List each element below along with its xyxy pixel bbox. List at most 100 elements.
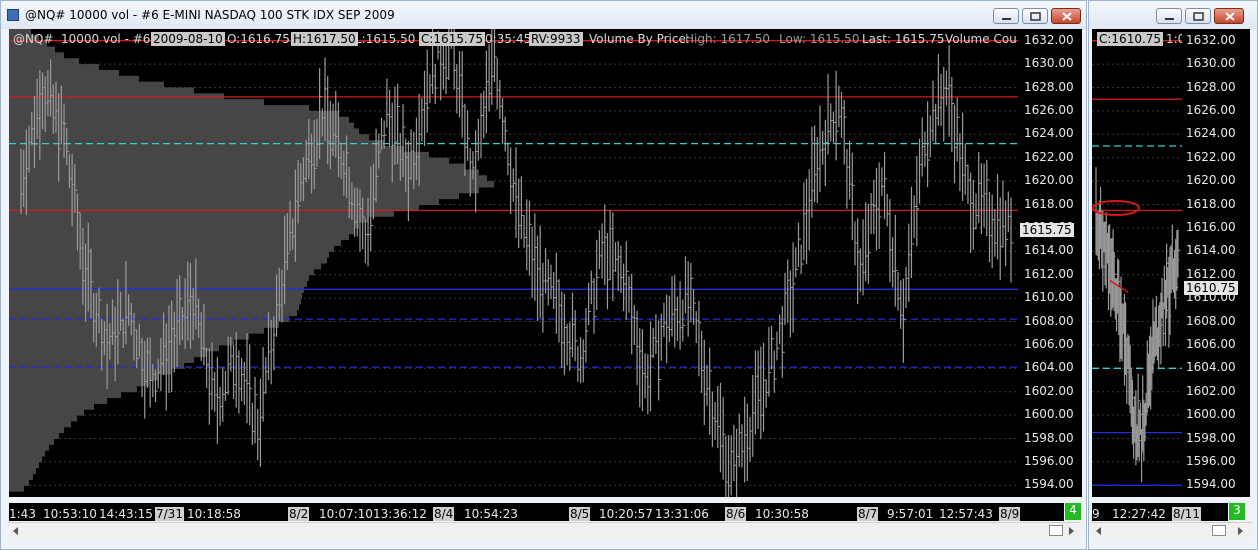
volume-profile-bar (9, 233, 349, 241)
side-scroll-thumb[interactable] (1212, 525, 1226, 536)
main-count-badge: 4 (1065, 503, 1081, 520)
main-chart-window: @NQ# 10000 vol - #6 E-MINI NASDAQ 100 ST… (0, 0, 1087, 550)
info-field: RV:9933 (529, 32, 583, 46)
maximize-icon[interactable] (1022, 8, 1048, 24)
volume-profile-bar (9, 339, 234, 346)
volume-profile-bar (9, 274, 309, 282)
volume-profile-bar (9, 268, 314, 276)
volume-profile-bar (9, 122, 354, 129)
scroll-right-icon[interactable] (1238, 527, 1243, 535)
main-horizontal-scrollbar[interactable] (9, 522, 1081, 538)
main-last-price-box: 1615.75 (1020, 222, 1074, 237)
side-time-axis[interactable]: 9 12:27:42 8/11 (1092, 503, 1228, 521)
volume-profile-bar (9, 239, 341, 246)
scroll-left-icon[interactable] (13, 527, 18, 535)
side-chart-window: C:1610.751:02 1632.00 1630.00 1628.00 1626.… (1088, 0, 1258, 550)
main-price-axis[interactable]: 1632.00 1630.00 1628.00 1626.00 1624.00 1622.… (1018, 29, 1082, 497)
side-price-axis[interactable]: 1632.00 1630.00 1628.00 1626.00 1624.00 1622.… (1182, 29, 1250, 497)
time-axis-label: 9 (1092, 507, 1100, 521)
time-axis-label: 13:31:06 (655, 507, 709, 521)
volume-profile-bar (9, 368, 171, 375)
volume-profile-bar (9, 75, 139, 83)
price-axis-label: 1594.00 (1186, 477, 1236, 492)
price-axis-label: 1626.00 (1186, 102, 1236, 117)
info-field: Volume By Price: (589, 32, 690, 46)
volume-profile-bar (9, 391, 121, 399)
time-axis-label: 10:53:10 (43, 507, 97, 521)
time-axis-label: 10:30:58 (755, 507, 809, 521)
time-axis-label: 8/6 (725, 507, 747, 521)
main-price-chart (9, 29, 1018, 497)
time-axis-label: 1:43 (9, 507, 36, 521)
scroll-left-icon[interactable] (1096, 527, 1101, 535)
minimize-icon[interactable] (1156, 8, 1182, 24)
time-axis-label: 12:27:42 (1112, 507, 1166, 521)
time-axis-label: 10:20:57 (599, 507, 653, 521)
price-axis-label: 1612.00 (1024, 266, 1074, 281)
volume-profile-bar (9, 485, 24, 492)
close-icon[interactable] (1051, 8, 1081, 24)
price-axis-label: 1602.00 (1186, 383, 1236, 398)
info-field: H:1617.50 (291, 32, 358, 46)
price-axis-label: 1614.00 (1024, 243, 1074, 258)
volume-profile-bar (9, 192, 459, 200)
volume-profile-bar (9, 461, 39, 469)
info-field: Volume Cou (945, 32, 1017, 46)
price-axis-label: 1624.00 (1024, 126, 1074, 141)
maximize-icon[interactable] (1185, 8, 1211, 24)
main-info-bar: @NQ# 10000 vol - #6 2009-08-10 O:1616.75 H:1… (9, 29, 1018, 49)
volume-profile-bar (9, 157, 449, 165)
price-axis-label: 1598.00 (1024, 430, 1074, 445)
time-axis-label: 10:18:58 (187, 507, 241, 521)
price-axis-label: 1628.00 (1024, 79, 1074, 94)
time-axis-label: 13:36:12 (373, 507, 427, 521)
price-axis-label: 1610.00 (1024, 290, 1074, 305)
minimize-icon[interactable] (993, 8, 1019, 24)
volume-profile-bar (9, 321, 279, 328)
volume-profile-bar (9, 251, 329, 258)
price-axis-label: 1600.00 (1186, 407, 1236, 422)
main-time-axis[interactable]: 1:43 10:53:10 14:43:15 7/31 10:18:58 8/2 10:07… (9, 503, 1064, 521)
main-scroll-thumb[interactable] (1049, 525, 1063, 536)
time-axis-label: 14:43:15 (99, 507, 153, 521)
volume-profile-bar (9, 298, 301, 305)
volume-profile-bar (9, 116, 349, 124)
side-horizontal-scrollbar[interactable] (1092, 522, 1252, 538)
volume-profile-bar (9, 380, 149, 387)
price-axis-label: 1600.00 (1024, 407, 1074, 422)
price-axis-label: 1604.00 (1186, 360, 1236, 375)
volume-profile-bar (9, 263, 321, 270)
time-axis-label: 8/9 (999, 507, 1021, 521)
side-titlebar[interactable] (1089, 1, 1257, 29)
info-field: L:1615.50 (355, 32, 416, 46)
volume-profile-bar (9, 420, 71, 428)
volume-profile-bar (9, 333, 249, 340)
side-info-bar: C:1610.751:02 (1092, 29, 1182, 49)
volume-profile-bar (9, 163, 464, 170)
volume-profile-bar (9, 397, 107, 404)
info-field: 1:02 (1166, 32, 1182, 46)
info-field: Last: 1615.75 (862, 32, 945, 46)
volume-profile-bar (9, 52, 64, 59)
volume-profile-bar (9, 303, 299, 311)
volume-profile-bar (9, 479, 29, 486)
scroll-right-icon[interactable] (1069, 527, 1074, 535)
volume-profile-bar (9, 473, 33, 480)
volume-profile-bar (9, 69, 119, 77)
window-title: @NQ# 10000 vol - #6 E-MINI NASDAQ 100 ST… (25, 8, 395, 22)
info-field: High: 1617.50 (685, 32, 771, 46)
info-field: O:1616.75 (227, 32, 290, 46)
price-axis-label: 1628.00 (1186, 79, 1236, 94)
main-plot-area[interactable]: @NQ# 10000 vol - #6 2009-08-10 O:1616.75 H:1… (9, 29, 1018, 497)
volume-profile-bar (9, 280, 307, 287)
main-titlebar[interactable]: @NQ# 10000 vol - #6 E-MINI NASDAQ 100 ST… (1, 1, 1086, 29)
time-axis-label: 10:54:23 (464, 507, 518, 521)
volume-profile-bar (9, 374, 159, 381)
side-plot-area[interactable]: C:1610.751:02 (1092, 29, 1182, 497)
info-field: C:1610.75 (1097, 32, 1164, 46)
info-field: Low: 1615.50 (779, 32, 860, 46)
info-field: @NQ# (13, 32, 54, 46)
close-icon[interactable] (1214, 8, 1244, 24)
price-axis-label: 1622.00 (1024, 149, 1074, 164)
volume-profile-bar (9, 415, 77, 422)
